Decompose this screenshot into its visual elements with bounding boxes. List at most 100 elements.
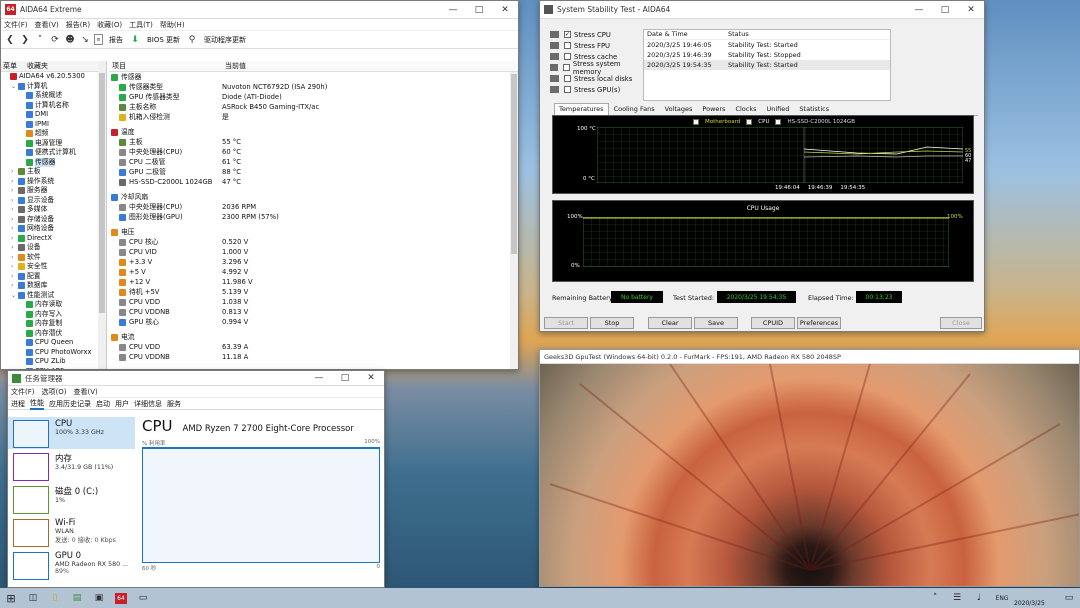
expand-arrow-icon[interactable]: ⌄ [11, 82, 18, 92]
gputest-taskbar-icon[interactable]: ▭ [132, 588, 154, 608]
start-icon[interactable]: ⊞ [0, 588, 22, 608]
stop-button[interactable]: Stop [590, 317, 634, 329]
sensor-row[interactable]: +5 V 4.992 V [109, 267, 518, 277]
expand-arrow-icon[interactable]: › [11, 167, 18, 177]
cpu-z-taskbar-icon[interactable]: ▣ [88, 588, 110, 608]
legend-mb-checkbox[interactable]: ✓ [693, 119, 699, 125]
tm-menu-view[interactable]: 查看(V) [73, 387, 97, 397]
sensor-row[interactable]: HS-SSD-C2000L 1024GB 47 °C [109, 177, 518, 187]
stress-checkbox[interactable] [564, 86, 571, 93]
expand-arrow-icon[interactable]: › [11, 205, 18, 215]
forward-icon[interactable]: ❯ [19, 34, 31, 46]
stability-maximize-icon[interactable]: □ [932, 1, 958, 19]
aida64-titlebar[interactable]: 64 AIDA64 Extreme — □ ✕ [1, 1, 518, 19]
stability-tab[interactable]: Statistics [794, 103, 834, 115]
notification-icon[interactable]: ▭ [1058, 588, 1080, 608]
menu-file[interactable]: 文件(F) [4, 20, 28, 30]
sensor-row[interactable]: +3.3 V 3.296 V [109, 257, 518, 267]
start-button[interactable]: Start [544, 317, 588, 329]
network-icon[interactable]: ☰ [946, 588, 968, 608]
file-explorer-icon[interactable]: ▯ [44, 588, 66, 608]
log-col-time[interactable]: Date & Time [644, 30, 728, 39]
stability-tab[interactable]: Powers [697, 103, 730, 115]
tree-item[interactable]: 内存写入 [1, 310, 106, 320]
tab-processes[interactable]: 进程 [11, 399, 25, 409]
tree-item[interactable]: ⌄ 计算机 [1, 82, 106, 92]
tree-item[interactable]: 传感器 [1, 157, 106, 167]
tree-item[interactable]: › 主板 [1, 167, 106, 177]
expand-arrow-icon[interactable]: › [11, 281, 18, 291]
user-icon[interactable]: ☻ [64, 34, 76, 46]
chart-icon[interactable]: ↘ [79, 34, 91, 46]
expand-arrow-icon[interactable]: › [11, 196, 18, 206]
perf-side-item[interactable]: CPU 100% 3.33 GHz [8, 417, 135, 449]
perf-side-item[interactable]: GPU 0 AMD Radeon RX 580 ... 89% [8, 549, 135, 581]
perf-side-item[interactable]: 磁盘 0 (C:) 1% [8, 483, 135, 515]
sensor-row[interactable]: GPU 核心 0.994 V [109, 317, 518, 327]
up-icon[interactable]: ˄ [34, 34, 46, 46]
tm-menu-options[interactable]: 选项(O) [42, 387, 67, 397]
expand-arrow-icon[interactable]: › [11, 262, 18, 272]
col-item[interactable]: 项目 [109, 61, 222, 71]
stability-titlebar[interactable]: System Stability Test - AIDA64 — □ ✕ [540, 1, 984, 19]
stress-checkbox[interactable] [563, 64, 570, 71]
perf-side-item[interactable]: 内存 3.4/31.9 GB (11%) [8, 450, 135, 482]
cpuid-button[interactable]: CPUID [751, 317, 795, 329]
stability-tab[interactable]: Unified [762, 103, 795, 115]
sensor-row[interactable]: CPU VDDNB 11.18 A [109, 352, 518, 362]
sensor-row[interactable]: CPU VDD 1.038 V [109, 297, 518, 307]
expand-arrow-icon[interactable]: › [11, 272, 18, 282]
tree-item[interactable]: › 设备 [1, 243, 106, 253]
tab-details[interactable]: 详细信息 [134, 399, 162, 409]
tree-item[interactable]: › 操作系统 [1, 177, 106, 187]
tree-item[interactable]: 内存读取 [1, 300, 106, 310]
tree-item[interactable]: › 多媒体 [1, 205, 106, 215]
volume-icon[interactable]: ♩ [968, 588, 990, 608]
sensor-row[interactable]: CPU 二极管 61 °C [109, 157, 518, 167]
sensor-row[interactable]: 主板 55 °C [109, 137, 518, 147]
tree-item[interactable]: 电源管理 [1, 139, 106, 149]
stability-close-icon[interactable]: ✕ [958, 1, 984, 19]
sensor-row[interactable]: 中央处理器(CPU) 2036 RPM [109, 202, 518, 212]
tree-item[interactable]: 计算机名称 [1, 101, 106, 111]
list-scrollbar[interactable] [510, 72, 518, 369]
expand-arrow-icon[interactable]: › [11, 215, 18, 225]
legend-cpu-checkbox[interactable]: ✓ [746, 119, 753, 125]
tab-services[interactable]: 服务 [167, 399, 181, 409]
tree-item[interactable]: 超频 [1, 129, 106, 139]
stress-option[interactable]: Stress system memory [550, 60, 645, 76]
preferences-button[interactable]: Preferences [797, 317, 841, 329]
report-icon[interactable]: ≡ [94, 34, 103, 45]
stability-tab[interactable]: Temperatures [554, 103, 609, 115]
sensor-row[interactable]: CPU 核心 0.520 V [109, 237, 518, 247]
driver-update-button[interactable]: 驱动程序更新 [201, 35, 249, 45]
tm-menu-file[interactable]: 文件(F) [11, 387, 35, 397]
stress-option[interactable]: Stress GPU(s) [550, 84, 645, 95]
language-indicator[interactable]: ENG [990, 588, 1014, 608]
report-button[interactable]: 报告 [106, 35, 126, 45]
close-icon[interactable]: ✕ [492, 1, 518, 19]
log-col-status[interactable]: Status [728, 30, 749, 39]
tree-item[interactable]: ⌄ 性能测试 [1, 291, 106, 301]
task-view-icon[interactable]: ◫ [22, 588, 44, 608]
menu-tools[interactable]: 工具(T) [129, 20, 153, 30]
menu-report[interactable]: 报告(R) [66, 20, 90, 30]
tree-item[interactable]: IPMI [1, 120, 106, 130]
close-button[interactable]: Close [940, 317, 982, 329]
tree-item[interactable]: › 配置 [1, 272, 106, 282]
tab-users[interactable]: 用户 [115, 399, 129, 409]
tree-item[interactable]: CPU AES [1, 367, 106, 369]
clock-date[interactable]: 2020/3/25 [1014, 600, 1058, 607]
expand-arrow-icon[interactable]: › [11, 243, 18, 253]
tree-item[interactable]: › 软件 [1, 253, 106, 263]
sensor-row[interactable]: CPU VDDNB 0.813 V [109, 307, 518, 317]
log-row[interactable]: 2020/3/25 19:46:05 Stability Test: Starte… [644, 40, 890, 50]
tab-app-history[interactable]: 应用历史记录 [49, 399, 91, 409]
tree-item[interactable]: AIDA64 v6.20.5300 [1, 72, 106, 82]
expand-arrow-icon[interactable]: › [11, 177, 18, 187]
sensor-row[interactable]: CPU VID 1.000 V [109, 247, 518, 257]
sensor-row[interactable]: GPU 传感器类型 Diode (ATI-Diode) [109, 92, 518, 102]
tree-item[interactable]: 内存复制 [1, 319, 106, 329]
sensor-row[interactable]: 传感器类型 Nuvoton NCT6792D (ISA 290h) [109, 82, 518, 92]
tree-item[interactable]: 内存潜伏 [1, 329, 106, 339]
